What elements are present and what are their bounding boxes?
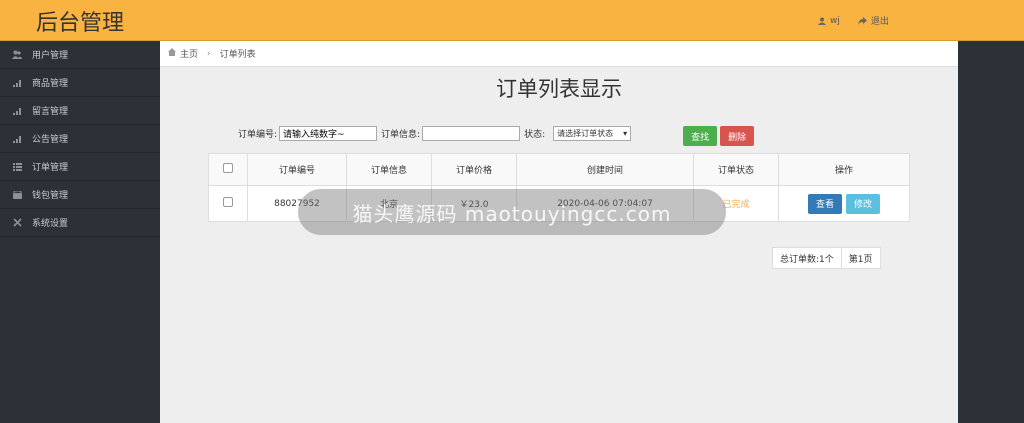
edit-button[interactable]: 修改 — [846, 193, 881, 214]
wallet-icon — [12, 190, 22, 200]
sidebar-item-label: 钱包管理 — [32, 191, 69, 201]
breadcrumb: 主页 › 订单列表 — [160, 41, 958, 67]
row-select-cell — [208, 185, 248, 222]
pagination: 总订单数:1个 第1页 — [772, 247, 881, 269]
logout-label: 退出 — [870, 17, 889, 27]
current-page[interactable]: 第1页 — [841, 247, 881, 269]
user-area: wj 退出 — [818, 14, 889, 27]
row-checkbox[interactable] — [223, 197, 233, 207]
select-all-cell — [208, 153, 248, 186]
chevron-right-icon: › — [207, 48, 211, 59]
sidebar-item-wallet[interactable]: 钱包管理 — [0, 181, 160, 209]
watermark-banner: 猫头鹰源码 maotouyingcc.com — [298, 189, 726, 235]
share-icon — [857, 16, 867, 25]
sidebar-item-orders[interactable]: 订单管理 — [0, 153, 160, 181]
sidebar: 用户管理 商品管理 留言管理 公告管理 订单管理 钱包管理 系统设置 — [0, 41, 160, 423]
bar-chart-icon — [12, 134, 22, 144]
column-header: 订单价格 — [431, 153, 517, 186]
order-info-input[interactable] — [422, 125, 521, 141]
brand-title: 后台管理 — [36, 11, 125, 36]
order-no-label: 订单编号: — [238, 129, 278, 140]
total-orders-label: 总订单数:1个 — [772, 247, 842, 269]
users-icon — [12, 50, 22, 60]
user-menu[interactable]: wj — [818, 14, 840, 27]
top-bar: 后台管理 wj 退出 — [0, 0, 1024, 41]
page-title: 订单列表显示 — [496, 77, 622, 101]
sidebar-item-label: 商品管理 — [32, 79, 69, 89]
sidebar-item-label: 系统设置 — [32, 219, 69, 229]
sidebar-item-products[interactable]: 商品管理 — [0, 69, 160, 97]
status-select[interactable]: 请选择订单状态 ▾ — [553, 125, 632, 141]
table-header-row: 订单编号 订单信息 订单价格 创建时间 订单状态 操作 — [208, 153, 910, 186]
sidebar-item-label: 留言管理 — [32, 107, 69, 117]
user-name: wj — [830, 15, 840, 26]
sidebar-item-label: 用户管理 — [32, 51, 69, 61]
filter-bar: 订单编号: 订单信息: 状态: 请选择订单状态 ▾ 查找 删除 — [238, 120, 755, 146]
column-header: 订单信息 — [346, 153, 432, 186]
breadcrumb-current: 订单列表 — [219, 50, 256, 60]
tools-icon — [12, 218, 22, 228]
home-icon — [168, 48, 176, 59]
select-all-checkbox[interactable] — [223, 163, 233, 173]
sidebar-item-messages[interactable]: 留言管理 — [0, 97, 160, 125]
sidebar-item-label: 公告管理 — [32, 135, 69, 145]
user-icon — [818, 17, 826, 25]
actions-cell: 查看 修改 — [778, 185, 910, 222]
delete-button[interactable]: 删除 — [720, 126, 755, 146]
bar-chart-icon — [12, 78, 22, 88]
search-button[interactable]: 查找 — [683, 126, 718, 146]
column-header: 操作 — [778, 153, 910, 186]
sidebar-item-label: 订单管理 — [32, 163, 69, 173]
caret-down-icon: ▾ — [623, 128, 628, 138]
status-label: 状态: — [524, 129, 546, 140]
view-button[interactable]: 查看 — [807, 193, 842, 214]
list-icon — [12, 162, 22, 172]
right-gutter — [958, 41, 1024, 423]
bar-chart-icon — [12, 106, 22, 116]
breadcrumb-home-label: 主页 — [180, 50, 199, 60]
sidebar-item-notices[interactable]: 公告管理 — [0, 125, 160, 153]
logout-link[interactable]: 退出 — [857, 14, 889, 27]
sidebar-item-users[interactable]: 用户管理 — [0, 41, 160, 69]
column-header: 订单状态 — [693, 153, 779, 186]
sidebar-item-settings[interactable]: 系统设置 — [0, 209, 160, 237]
breadcrumb-home[interactable]: 主页 — [168, 47, 198, 60]
order-info-label: 订单信息: — [381, 129, 421, 140]
order-no-input[interactable] — [279, 125, 378, 141]
status-select-value: 请选择订单状态 — [557, 128, 614, 138]
column-header: 创建时间 — [516, 153, 694, 186]
column-header: 订单编号 — [247, 153, 347, 186]
